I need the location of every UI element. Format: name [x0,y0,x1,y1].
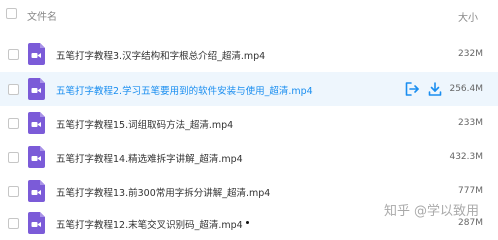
file-size: 256.4M [449,84,483,94]
file-row[interactable]: 五笔打字教程3.汉字结构和字根总介绍_超清.mp4 232M [0,37,498,71]
file-row[interactable]: 五笔打字教程14.精选难拆字讲解_超清.mp4 432.3M [0,140,498,174]
row-checkbox[interactable] [8,152,19,163]
column-header-size[interactable]: 大小 [458,9,478,24]
select-all-checkbox[interactable] [6,8,17,19]
row-checkbox[interactable] [8,84,19,95]
row-checkbox[interactable] [8,118,19,129]
watermark-site: 知乎 [384,204,411,219]
mouse-cursor-dot [246,221,249,224]
file-size: 232M [458,49,483,59]
file-name[interactable]: 五笔打字教程13.前300常用字拆分讲解_超清.mp4 [56,185,270,199]
file-row[interactable]: 五笔打字教程15.词组取码方法_超清.mp4 233M [0,106,498,140]
file-name[interactable]: 五笔打字教程12.末笔交叉识别码_超清.mp4 [56,217,243,231]
video-file-icon [28,78,45,100]
file-size: 233M [458,118,483,128]
row-checkbox[interactable] [8,218,19,229]
file-size: 777M [458,186,483,196]
file-list-header: 文件名 大小 [0,0,498,30]
column-header-name[interactable]: 文件名 [27,8,57,23]
file-size: 287M [458,218,483,228]
video-file-icon [28,112,45,134]
file-name[interactable]: 五笔打字教程2.学习五笔要用到的软件安装与使用_超清.mp4 [56,83,313,97]
row-checkbox[interactable] [8,49,19,60]
file-name[interactable]: 五笔打字教程3.汉字结构和字根总介绍_超清.mp4 [56,48,265,62]
row-checkbox[interactable] [8,186,19,197]
download-icon[interactable] [427,81,443,97]
file-row-highlighted[interactable]: 五笔打字教程2.学习五笔要用到的软件安装与使用_超清.mp4 256.4M [0,72,498,106]
video-file-icon [28,43,45,65]
file-name[interactable]: 五笔打字教程14.精选难拆字讲解_超清.mp4 [56,151,243,165]
video-file-icon [28,212,45,234]
watermark: 知乎 @学以致用 [384,200,479,219]
video-file-icon [28,146,45,168]
video-file-icon [28,180,45,202]
share-icon[interactable] [404,81,420,97]
file-name[interactable]: 五笔打字教程15.词组取码方法_超清.mp4 [56,117,233,131]
file-size: 432.3M [449,152,483,162]
watermark-author: @学以致用 [414,204,480,219]
